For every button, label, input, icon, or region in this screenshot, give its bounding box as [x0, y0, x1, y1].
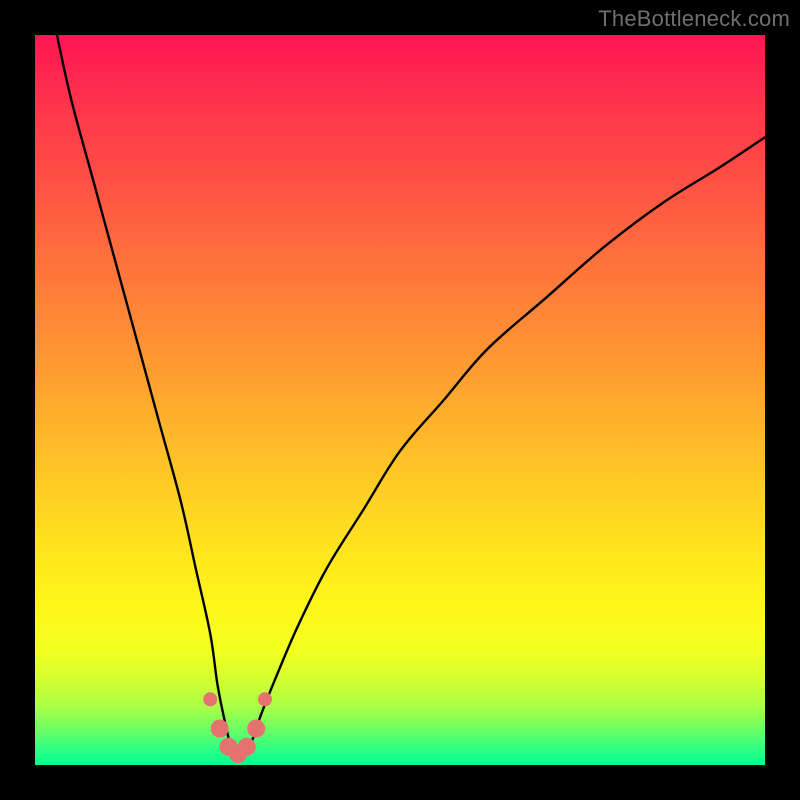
watermark-text: TheBottleneck.com: [598, 6, 790, 32]
marker-dot: [238, 738, 256, 756]
marker-dot: [247, 720, 265, 738]
marker-dot: [203, 692, 217, 706]
marker-dot: [211, 720, 229, 738]
marker-dot: [258, 692, 272, 706]
chart-frame: TheBottleneck.com: [0, 0, 800, 800]
plot-area: [35, 35, 765, 765]
curve-layer: [35, 35, 765, 765]
bottleneck-curve: [57, 35, 765, 758]
highlighted-dots: [203, 692, 272, 763]
